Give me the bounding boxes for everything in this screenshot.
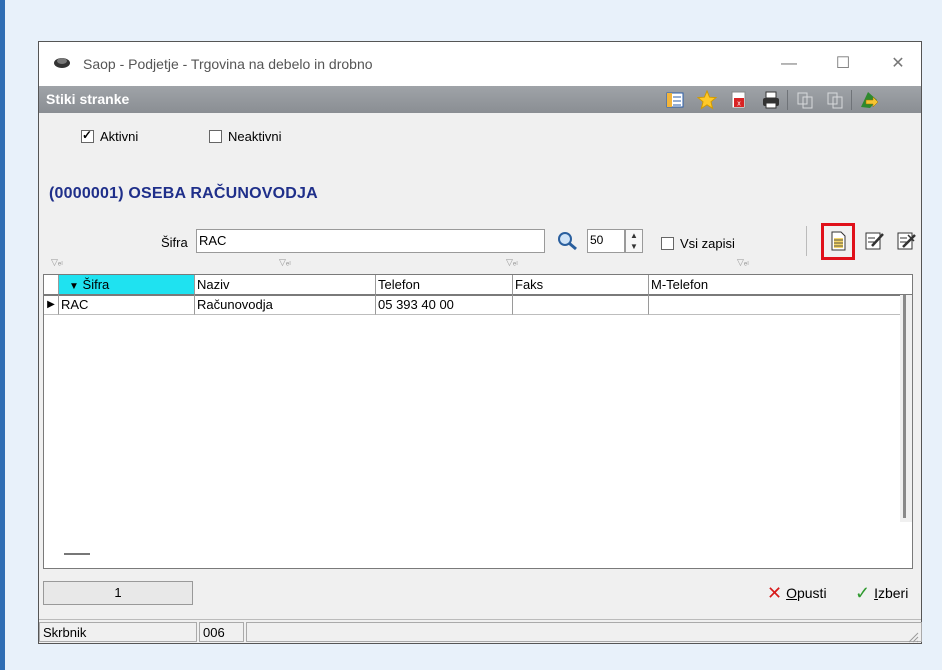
- vsi-zapisi-checkbox[interactable]: Vsi zapisi: [661, 236, 735, 251]
- aktivni-checkbox-box[interactable]: [81, 128, 94, 143]
- aktivni-checkbox[interactable]: Aktivni: [81, 128, 139, 144]
- app-logo-icon: [54, 58, 70, 68]
- resize-grip-icon[interactable]: [907, 631, 919, 643]
- cell-sifra[interactable]: RAC: [59, 295, 195, 315]
- cell-m-telefon[interactable]: [649, 295, 900, 315]
- print-icon[interactable]: [761, 90, 781, 110]
- section-header: Stiki stranke x: [39, 86, 921, 113]
- stepper-down-icon[interactable]: ▼: [626, 241, 642, 252]
- cell-naziv[interactable]: Računovodja: [195, 295, 376, 315]
- close-button[interactable]: ✕: [884, 52, 912, 76]
- maximize-button[interactable]: ☐: [829, 52, 857, 76]
- aktivni-label: Aktivni: [100, 129, 139, 144]
- column-header-m-telefon[interactable]: M-Telefon: [649, 275, 912, 295]
- actions-separator: [806, 226, 807, 256]
- sifra-search-input[interactable]: RAC: [196, 229, 545, 253]
- copy-icon[interactable]: [795, 90, 815, 110]
- current-row-indicator-icon: ▶: [44, 295, 59, 315]
- section-title: Stiki stranke: [46, 91, 130, 107]
- grid-vertical-scrollbar[interactable]: [900, 295, 912, 522]
- toolbar-separator: [787, 90, 788, 110]
- stepper-up-icon[interactable]: ▲: [626, 230, 642, 241]
- vsi-zapisi-label: Vsi zapisi: [680, 236, 735, 251]
- column-header-faks[interactable]: Faks: [513, 275, 649, 295]
- minimize-button[interactable]: —: [775, 52, 803, 76]
- dialog-window: Saop - Podjetje - Trgovina na debelo in …: [38, 41, 922, 644]
- title-bar: Saop - Podjetje - Trgovina na debelo in …: [39, 42, 921, 86]
- neaktivni-checkbox-box[interactable]: [209, 130, 222, 143]
- window-title: Saop - Podjetje - Trgovina na debelo in …: [83, 56, 373, 72]
- column-header-naziv[interactable]: Naziv: [195, 275, 376, 295]
- new-record-icon[interactable]: [827, 230, 849, 252]
- record-limit-stepper[interactable]: ▲ ▼: [625, 229, 643, 253]
- status-owner-code: 006: [199, 622, 244, 642]
- search-icon[interactable]: [557, 231, 579, 251]
- grid-footer-marker: [64, 553, 90, 555]
- svg-text:x: x: [737, 101, 741, 108]
- row-indicator-header: [44, 275, 59, 295]
- filter-icon[interactable]: ▽ₑₗ: [506, 257, 518, 268]
- scrollbar-thumb[interactable]: [903, 295, 906, 518]
- paste-icon[interactable]: [825, 90, 845, 110]
- close-x-icon: ✕: [767, 583, 783, 603]
- layout-icon[interactable]: [665, 90, 685, 110]
- accent-bar: [0, 0, 5, 670]
- edit-record-icon[interactable]: [863, 230, 885, 252]
- cancel-button-label: Opusti: [786, 585, 827, 601]
- grid-header: ▼ Šifra Naziv Telefon Faks M-Telefon: [44, 275, 912, 296]
- status-extra: [246, 622, 922, 642]
- record-heading: (0000001) OSEBA RAČUNOVODJA: [49, 185, 318, 202]
- select-button[interactable]: ✓ Izberi: [855, 581, 908, 605]
- select-button-label: Izberi: [874, 585, 909, 601]
- status-owner-label: Skrbnik: [39, 622, 197, 642]
- toolbar-separator: [851, 90, 852, 110]
- column-header-sifra[interactable]: ▼ Šifra: [59, 275, 195, 295]
- filter-icon[interactable]: ▽ₑₗ: [279, 257, 291, 268]
- export-pdf-icon[interactable]: x: [729, 90, 749, 110]
- edit-multi-icon[interactable]: [895, 230, 917, 252]
- checkmark-icon: ✓: [855, 583, 871, 603]
- filter-icon[interactable]: ▽ₑₗ: [737, 257, 749, 268]
- column-header-telefon[interactable]: Telefon: [376, 275, 513, 295]
- status-bar: Skrbnik 006: [39, 619, 922, 645]
- sort-descending-icon: ▼: [69, 281, 79, 292]
- filter-icon[interactable]: ▽ₑₗ: [51, 257, 63, 268]
- cell-faks[interactable]: [513, 295, 649, 315]
- record-counter: 1: [43, 581, 193, 605]
- contacts-grid: ▼ Šifra Naziv Telefon Faks M-Telefon ▶ R…: [43, 274, 913, 569]
- sifra-label: Šifra: [161, 235, 188, 250]
- favorite-star-icon[interactable]: [697, 90, 717, 110]
- record-limit-input[interactable]: 50: [587, 229, 625, 253]
- cell-telefon[interactable]: 05 393 40 00: [376, 295, 513, 315]
- neaktivni-checkbox[interactable]: Neaktivni: [209, 129, 281, 144]
- exit-icon[interactable]: [859, 90, 879, 110]
- cancel-button[interactable]: ✕ Opusti: [767, 581, 827, 605]
- column-header-sifra-label: Šifra: [82, 277, 110, 292]
- neaktivni-label: Neaktivni: [228, 129, 282, 144]
- vsi-zapisi-checkbox-box[interactable]: [661, 237, 674, 250]
